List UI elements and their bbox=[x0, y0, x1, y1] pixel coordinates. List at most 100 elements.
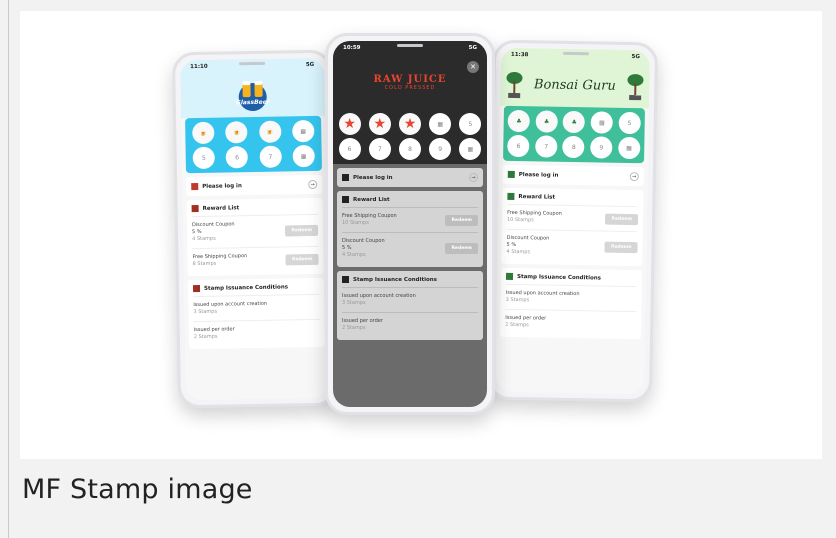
condition-stamps: 2 Stamps bbox=[193, 333, 218, 341]
redeem-button[interactable]: Redeem bbox=[445, 214, 478, 226]
reward-name: Free Shipping Coupon bbox=[192, 253, 248, 261]
reward-stamps: 10 Stamps bbox=[506, 216, 534, 224]
login-row[interactable]: Please log in → bbox=[186, 174, 323, 197]
condition-item: Issued upon account creation 3 Stamps bbox=[505, 283, 637, 312]
arrow-right-icon[interactable]: → bbox=[469, 173, 478, 182]
condition-name: Issued per order bbox=[342, 318, 383, 324]
gift-icon bbox=[507, 192, 515, 200]
reward-list-title: Reward List bbox=[353, 196, 390, 203]
status-signal: 5G bbox=[468, 45, 477, 51]
arrow-right-icon[interactable]: → bbox=[629, 171, 639, 182]
phone-screen: 11:10 5G GlassBeer 🍺 🍺 🍺 ▦ 5 6 7 ▦ Pleas… bbox=[180, 57, 330, 401]
phone-rawjuice: 10:59 5G ✕ RAW JUICE COLD PRESSED ★ ★ ★ … bbox=[325, 33, 495, 415]
stamp-empty: 6 bbox=[338, 138, 361, 160]
stamp-empty: 7 bbox=[368, 138, 391, 160]
conditions-title: Stamp Issuance Conditions bbox=[353, 276, 437, 283]
stamp-icon bbox=[505, 272, 514, 280]
condition-item: Issued per order 2 Stamps bbox=[505, 308, 637, 337]
stamp-gift-icon: ▦ bbox=[590, 111, 614, 134]
login-icon bbox=[507, 170, 515, 178]
redeem-button[interactable]: Redeem bbox=[285, 224, 319, 237]
login-icon bbox=[342, 174, 349, 181]
stamp-gift-icon: ▦ bbox=[459, 138, 482, 160]
reward-stamps: 4 Stamps bbox=[192, 235, 216, 243]
reward-item: Free Shipping Coupon 8 Stamps Redeem bbox=[192, 245, 319, 274]
stamp-gift-icon: ▦ bbox=[429, 113, 452, 135]
stamp-empty: 8 bbox=[398, 138, 421, 160]
stamp-beer: 🍺 bbox=[225, 121, 248, 144]
reward-detail: 5 % bbox=[342, 245, 352, 251]
condition-item: Issued upon account creation 3 Stamps bbox=[193, 293, 320, 322]
stamp-star-icon: ★ bbox=[338, 113, 361, 135]
condition-stamps: 2 Stamps bbox=[505, 321, 529, 329]
status-signal: 5G bbox=[305, 61, 315, 69]
brand-header: RAW JUICE COLD PRESSED bbox=[333, 55, 487, 109]
bonsai-tree-icon bbox=[627, 74, 644, 101]
stamp-empty: 6 bbox=[507, 134, 530, 158]
login-label: Please log in bbox=[353, 174, 393, 181]
stamp-card: ♣ ♣ ♣ ▦ 5 6 7 8 9 ▦ bbox=[503, 105, 645, 164]
stamp-bonsai-icon: ♣ bbox=[507, 109, 531, 133]
condition-name: Issued upon account creation bbox=[193, 300, 268, 309]
image-caption: MF Stamp image bbox=[22, 474, 253, 505]
stamp-conditions: Stamp Issuance Conditions Issued upon ac… bbox=[187, 277, 326, 350]
glassbeer-logo-icon: GlassBeer bbox=[236, 80, 271, 112]
stamp-conditions: Stamp Issuance Conditions Issued upon ac… bbox=[499, 267, 643, 340]
product-image: 11:10 5G GlassBeer 🍺 🍺 🍺 ▦ 5 6 7 ▦ Pleas… bbox=[20, 11, 822, 459]
condition-name: Issued upon account creation bbox=[342, 293, 416, 299]
reward-stamps: 8 Stamps bbox=[192, 260, 217, 268]
reward-item: Free Shipping Coupon 10 Stamps Redeem bbox=[342, 207, 478, 232]
redeem-button[interactable]: Redeem bbox=[605, 213, 639, 225]
condition-stamps: 3 Stamps bbox=[505, 296, 530, 304]
stamp-gift-icon: ▦ bbox=[291, 119, 315, 143]
stamp-icon bbox=[192, 284, 201, 293]
redeem-button[interactable]: Redeem bbox=[285, 253, 319, 265]
logo-line1: RAW JUICE bbox=[373, 73, 447, 85]
redeem-button[interactable]: Redeem bbox=[445, 243, 478, 254]
condition-item: Issued per order 2 Stamps bbox=[193, 318, 321, 347]
reward-list-title: Reward List bbox=[518, 193, 556, 201]
login-label: Please log in bbox=[202, 182, 242, 190]
reward-item: Discount Coupon 5 % 4 Stamps Redeem bbox=[506, 228, 638, 264]
stamp-empty: 7 bbox=[259, 145, 282, 168]
redeem-button[interactable]: Redeem bbox=[604, 241, 638, 254]
condition-item: Issued per order 2 Stamps bbox=[342, 312, 478, 337]
logo-line2: COLD PRESSED bbox=[384, 84, 436, 91]
reward-list: Reward List Free Shipping Coupon 10 Stamp… bbox=[337, 191, 483, 267]
reward-name: Discount Coupon bbox=[191, 221, 235, 229]
stamp-card: 🍺 🍺 🍺 ▦ 5 6 7 ▦ bbox=[185, 115, 322, 174]
stamp-empty: 8 bbox=[562, 135, 585, 159]
conditions-title: Stamp Issuance Conditions bbox=[203, 283, 289, 292]
conditions-title: Stamp Issuance Conditions bbox=[516, 273, 602, 282]
reward-list: Reward List Free Shipping Coupon 10 Stamp… bbox=[501, 187, 644, 267]
login-row[interactable]: Please log in → bbox=[502, 164, 644, 187]
phone-notch bbox=[239, 61, 266, 66]
stamp-beer: 🍺 bbox=[258, 120, 282, 143]
stamp-gift-icon: ▦ bbox=[292, 144, 315, 168]
logo-text: Bonsai Guru bbox=[533, 76, 616, 94]
reward-list-title: Reward List bbox=[202, 204, 240, 212]
stamp-empty: 5 bbox=[618, 111, 641, 135]
stamp-star-icon: ★ bbox=[368, 113, 391, 135]
login-icon bbox=[191, 182, 199, 191]
login-row[interactable]: Please log in → bbox=[337, 168, 483, 187]
reward-stamps: 10 Stamps bbox=[342, 220, 369, 226]
status-time: 11:38 bbox=[510, 51, 529, 59]
reward-name: Discount Coupon bbox=[342, 238, 385, 244]
gift-icon bbox=[191, 204, 199, 213]
condition-stamps: 3 Stamps bbox=[193, 308, 218, 316]
reward-item: Discount Coupon 5 % 4 Stamps Redeem bbox=[191, 213, 319, 249]
stamp-conditions: Stamp Issuance Conditions Issued upon ac… bbox=[337, 271, 483, 340]
stamp-empty: 6 bbox=[225, 146, 249, 169]
stamp-empty: 9 bbox=[590, 136, 613, 159]
status-signal: 5G bbox=[631, 54, 640, 61]
stamp-bonsai-icon: ♣ bbox=[563, 110, 586, 134]
arrow-right-icon[interactable]: → bbox=[308, 179, 318, 190]
close-icon[interactable]: ✕ bbox=[467, 61, 479, 73]
condition-stamps: 2 Stamps bbox=[342, 325, 366, 331]
stamp-gift-icon: ▦ bbox=[617, 136, 641, 160]
reward-stamps: 4 Stamps bbox=[342, 252, 366, 258]
reward-stamps: 4 Stamps bbox=[506, 248, 531, 256]
stamp-beer: 🍺 bbox=[192, 121, 215, 145]
stamp-card: ★ ★ ★ ▦ 5 6 7 8 9 ▦ bbox=[333, 109, 487, 164]
